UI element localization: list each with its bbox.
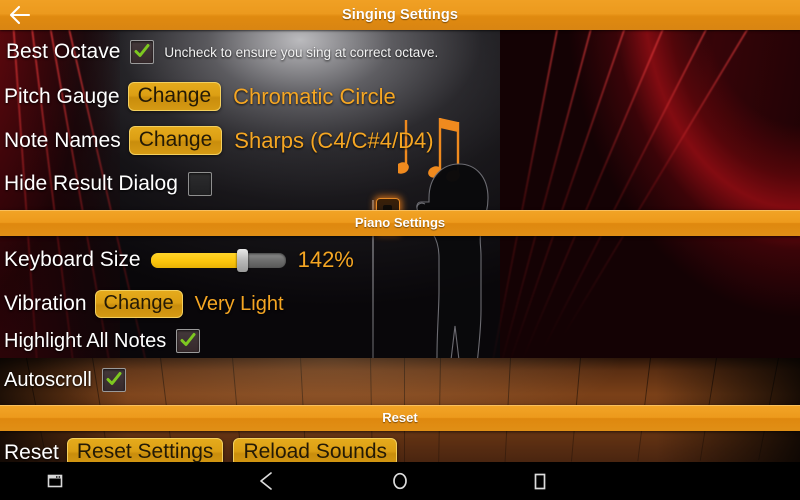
android-navigation-bar <box>0 462 800 500</box>
app-window: Singing Settings Best Octave Uncheck to … <box>0 0 800 500</box>
row-pitch-gauge: Pitch Gauge Change Chromatic Circle <box>4 82 396 112</box>
row-vibration: Vibration Change Very Light <box>4 290 284 318</box>
keyboard-size-value: 142% <box>297 247 354 272</box>
keyboard-toggle-icon[interactable] <box>36 462 74 500</box>
row-best-octave: Best Octave Uncheck to ensure you sing a… <box>6 40 438 64</box>
title-bar: Singing Settings <box>0 0 800 30</box>
best-octave-label: Best Octave <box>6 40 121 63</box>
row-highlight-all-notes: Highlight All Notes <box>4 329 201 353</box>
hide-result-dialog-checkbox[interactable] <box>187 172 212 196</box>
row-note-names: Note Names Change Sharps (C4/C#4/D4) <box>4 126 434 156</box>
row-keyboard-size: Keyboard Size 142% <box>4 247 354 273</box>
curtain-right <box>487 30 800 384</box>
best-octave-hint: Uncheck to ensure you sing at correct oc… <box>164 44 439 60</box>
checkmark-icon <box>180 332 196 348</box>
pitch-gauge-value: Chromatic Circle <box>233 83 396 109</box>
section-header-reset: Reset <box>0 405 800 431</box>
autoscroll-label: Autoscroll <box>4 368 92 391</box>
section-header-piano-settings: Piano Settings <box>0 210 800 236</box>
note-names-change-button[interactable]: Change <box>128 126 223 156</box>
checkmark-icon <box>106 371 122 387</box>
pitch-gauge-label: Pitch Gauge <box>4 84 120 108</box>
row-hide-result-dialog: Hide Result Dialog <box>4 172 212 196</box>
checkmark-icon <box>134 43 150 59</box>
row-autoscroll: Autoscroll <box>4 368 126 392</box>
vibration-change-button[interactable]: Change <box>94 290 183 318</box>
note-names-label: Note Names <box>4 128 121 152</box>
best-octave-checkbox[interactable] <box>130 40 155 64</box>
nav-back-triangle-icon[interactable] <box>248 462 286 500</box>
slider-thumb[interactable] <box>237 249 249 272</box>
piano-settings-title: Piano Settings <box>354 215 446 230</box>
highlight-all-notes-label: Highlight All Notes <box>4 329 167 352</box>
keyboard-size-slider[interactable] <box>150 249 286 272</box>
pitch-gauge-change-button[interactable]: Change <box>127 82 222 112</box>
reset-title: Reset <box>382 410 418 425</box>
nav-home-circle-icon[interactable] <box>381 462 419 500</box>
autoscroll-checkbox[interactable] <box>101 368 126 392</box>
reset-label: Reset <box>4 440 59 464</box>
highlight-all-notes-checkbox[interactable] <box>176 329 201 353</box>
keyboard-size-label: Keyboard Size <box>4 248 141 271</box>
note-names-value: Sharps (C4/C#4/D4) <box>234 127 434 153</box>
nav-recents-square-icon[interactable] <box>521 462 559 500</box>
page-title: Singing Settings <box>342 7 458 23</box>
slider-fill <box>150 253 243 268</box>
vibration-value: Very Light <box>194 292 284 315</box>
vibration-label: Vibration <box>4 292 87 315</box>
hide-result-dialog-label: Hide Result Dialog <box>4 172 178 195</box>
